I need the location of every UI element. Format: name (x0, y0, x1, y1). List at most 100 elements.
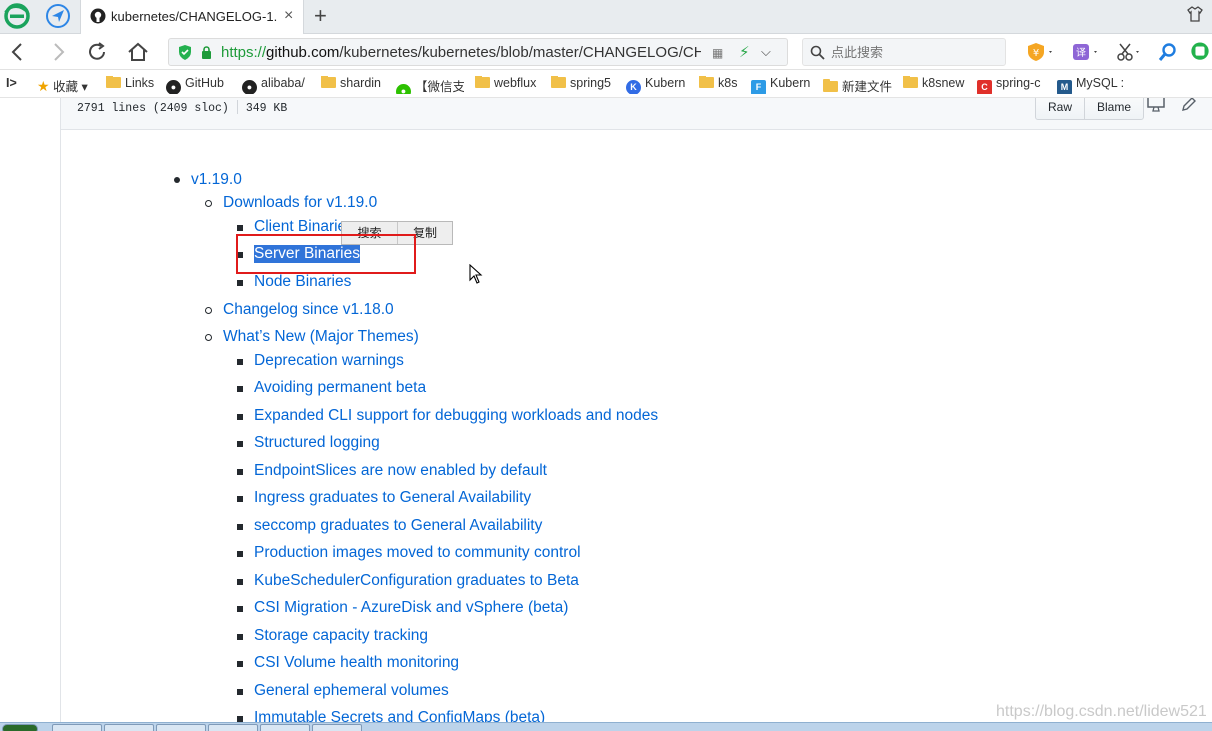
bookmark-item[interactable]: ● GitHub (166, 76, 232, 94)
tab-strip: kubernetes/CHANGELOG-1.19 × + (0, 0, 1212, 34)
toc-link-theme[interactable]: Structured logging (254, 434, 380, 452)
taskbar-item[interactable] (156, 724, 206, 731)
send-icon[interactable] (46, 4, 70, 28)
folder-icon (321, 76, 336, 88)
toc-link-theme[interactable]: Ingress graduates to General Availabilit… (254, 489, 531, 507)
toc-link-whats-new[interactable]: What’s New (Major Themes) (223, 328, 419, 346)
toc-link-theme[interactable]: seccomp graduates to General Availabilit… (254, 517, 542, 535)
bookmark-item[interactable]: webflux (475, 76, 543, 94)
bookmark-item[interactable]: shardin (321, 76, 385, 94)
kubernetes-icon: K (626, 80, 641, 94)
url-dropdown-icon[interactable]: ⌵ (761, 44, 771, 60)
bookmark-item[interactable]: k8snew (903, 76, 969, 94)
toc-link-client-binaries[interactable]: Client Binaries (254, 218, 354, 236)
toc-link-theme[interactable]: Expanded CLI support for debugging workl… (254, 407, 658, 425)
bookmark-item[interactable]: k8s (699, 76, 741, 94)
shield-icon[interactable] (178, 45, 192, 60)
taskbar-item[interactable] (208, 724, 258, 731)
magnifier-icon[interactable] (1158, 42, 1178, 62)
url-scheme: https:// (221, 44, 267, 61)
forward-icon[interactable] (46, 40, 70, 64)
toc-link-theme[interactable]: Production images moved to community con… (254, 544, 581, 562)
bullet-square (237, 469, 243, 475)
bullet-square (237, 496, 243, 502)
bullet-square (237, 441, 243, 447)
toc-link-theme[interactable]: Storage capacity tracking (254, 627, 428, 645)
bookmark-item[interactable]: 新建文件 (823, 76, 893, 94)
search-box[interactable] (802, 38, 1006, 66)
browser-logo-icon[interactable] (4, 3, 30, 29)
taskbar-item[interactable] (52, 724, 102, 731)
bookmark-item[interactable]: Cspring-c (977, 76, 1045, 94)
bookmarks-bar: I> ★ 收藏 ▾ Links ● GitHub ● alibaba/ shardi… (0, 70, 1212, 98)
toc-link-theme[interactable]: KubeSchedulerConfiguration graduates to … (254, 572, 579, 590)
pencil-icon[interactable] (1181, 98, 1197, 112)
context-copy-button[interactable]: 复制 (397, 222, 452, 244)
line-count: 2791 lines (2409 sloc) (77, 102, 229, 115)
file-info: 2791 lines (2409 sloc) 349 KB (77, 100, 287, 115)
toc-link-downloads[interactable]: Downloads for v1.19.0 (223, 194, 377, 212)
folder-icon (551, 76, 566, 88)
desktop-icon[interactable] (1147, 98, 1165, 112)
wechat-icon: ● (396, 84, 411, 94)
context-search-button[interactable]: 搜索 (342, 222, 397, 244)
bookmark-item[interactable]: K Kubern (626, 76, 688, 94)
bullet-square (237, 359, 243, 365)
selection-context-menu: 搜索 复制 (341, 221, 453, 245)
tab-close-icon[interactable]: × (284, 7, 293, 25)
folder-icon (699, 76, 714, 88)
raw-button[interactable]: Raw (1036, 98, 1084, 119)
bullet-square (237, 252, 243, 258)
speed-mode-icon[interactable]: ⚡ (739, 43, 750, 61)
new-tab-icon[interactable]: + (314, 3, 327, 29)
address-bar[interactable]: https://github.com/kubernetes/kubernetes… (168, 38, 788, 66)
taskbar-item[interactable] (312, 724, 362, 731)
toc-link-theme[interactable]: CSI Volume health monitoring (254, 654, 459, 672)
reload-icon[interactable] (85, 40, 109, 64)
scissors-icon[interactable] (1116, 42, 1144, 62)
taskbar-item[interactable] (260, 724, 310, 731)
back-icon[interactable] (6, 40, 30, 64)
bullet-square (237, 414, 243, 420)
bookmarks-toggle[interactable]: I> (6, 76, 17, 94)
url-text[interactable]: https://github.com/kubernetes/kubernetes… (221, 44, 701, 61)
tab-active[interactable]: kubernetes/CHANGELOG-1.19 × (80, 0, 304, 34)
bookmark-item[interactable]: ● 【微信支 (396, 76, 464, 94)
toc-link-theme[interactable]: CSI Migration - AzureDisk and vSphere (b… (254, 599, 568, 617)
translate-icon[interactable]: 译 (1072, 42, 1100, 62)
toc-link-version[interactable]: v1.19.0 (191, 171, 242, 189)
search-icon (810, 45, 825, 60)
folder-icon (106, 76, 121, 88)
toc-link-server-binaries[interactable]: Server Binaries (254, 245, 360, 263)
toc-link-changelog-since[interactable]: Changelog since v1.18.0 (223, 301, 394, 319)
start-button[interactable] (2, 724, 38, 731)
bookmark-item[interactable]: spring5 (551, 76, 615, 94)
bookmark-item[interactable]: F Kubern (751, 76, 813, 94)
bullet-square (237, 225, 243, 231)
tab-title: kubernetes/CHANGELOG-1.19 (111, 9, 277, 24)
bookmark-item[interactable]: Links (106, 76, 160, 94)
toc-link-theme[interactable]: Avoiding permanent beta (254, 379, 426, 397)
doc-icon: F (751, 80, 766, 94)
watermark: https://blog.csdn.net/lidew521 (996, 703, 1207, 720)
toc-link-theme[interactable]: General ephemeral volumes (254, 682, 449, 700)
file-actions: Raw Blame (1035, 98, 1145, 120)
blame-button[interactable]: Blame (1084, 98, 1143, 119)
taskbar-item[interactable] (104, 724, 154, 731)
toc-link-theme[interactable]: EndpointSlices are now enabled by defaul… (254, 462, 547, 480)
bullet-square (237, 606, 243, 612)
green-extension-icon[interactable] (1189, 42, 1211, 62)
coin-icon[interactable]: ¥ (1027, 42, 1055, 62)
toc-link-theme[interactable]: Deprecation warnings (254, 352, 404, 370)
toc-link-node-binaries[interactable]: Node Binaries (254, 273, 351, 291)
bookmark-item[interactable]: ★ 收藏 ▾ (37, 76, 97, 94)
skin-icon[interactable] (1186, 5, 1204, 23)
bookmark-item[interactable]: ● alibaba/ (242, 76, 310, 94)
qr-code-icon[interactable]: ▦ (712, 46, 723, 60)
url-path: /kubernetes/kubernetes/blob/master/CHANG… (339, 44, 701, 61)
toc-link-theme[interactable]: Immutable Secrets and ConfigMaps (beta) (254, 709, 545, 722)
bookmark-item[interactable]: M MySQL : (1057, 76, 1127, 94)
navigation-bar: https://github.com/kubernetes/kubernetes… (0, 34, 1212, 70)
home-icon[interactable] (126, 40, 150, 64)
search-input[interactable] (831, 43, 999, 62)
